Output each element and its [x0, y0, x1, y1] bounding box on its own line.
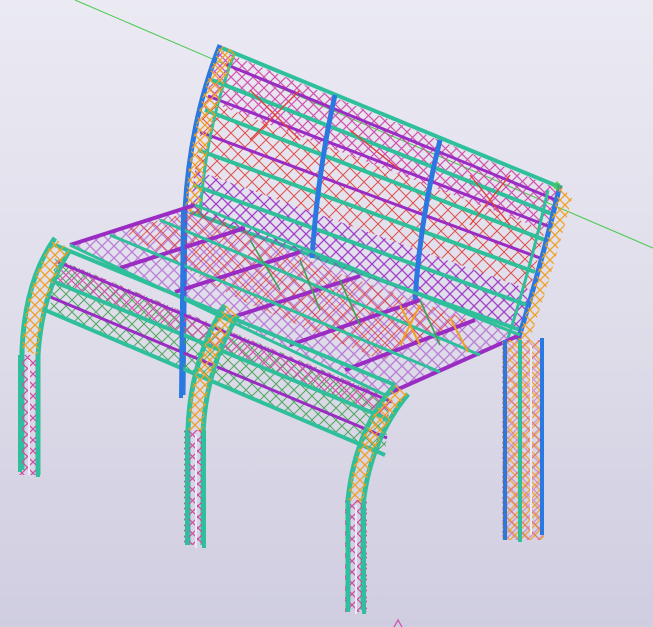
3d-model-viewport[interactable]: [0, 0, 653, 627]
rear-right-column[interactable]: [502, 338, 544, 542]
front-middle-column[interactable]: [184, 430, 206, 548]
selection-marker-icon: [393, 618, 403, 627]
front-left-column[interactable]: [18, 355, 40, 477]
front-right-column[interactable]: [345, 500, 367, 614]
rear-left-column[interactable]: [179, 209, 185, 399]
steel-structure-model[interactable]: [0, 0, 653, 627]
